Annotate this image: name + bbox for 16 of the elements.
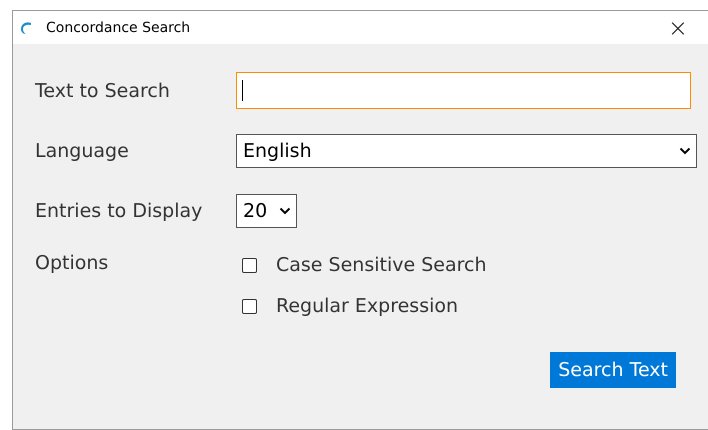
text-input[interactable] [236, 72, 691, 109]
caret-icon [279, 206, 291, 214]
field-label: Language [35, 140, 130, 162]
field-label: Options [35, 252, 110, 274]
field-label: Entries to Display [35, 200, 204, 222]
checkbox[interactable] [242, 258, 257, 272]
field-label: Text to Search [35, 80, 171, 102]
dropdown[interactable]: English [236, 134, 697, 168]
dropdown[interactable]: 20 [236, 194, 297, 228]
checkbox[interactable] [242, 298, 257, 314]
checkbox-option[interactable]: Regular Expression [242, 293, 486, 319]
close-button[interactable]: × [668, 16, 688, 40]
caret-icon [679, 146, 691, 154]
search-text-button[interactable]: Search Text [550, 352, 676, 388]
checkbox-option[interactable]: Case Sensitive Search [242, 252, 486, 278]
window-title: Concordance Search [46, 20, 192, 36]
